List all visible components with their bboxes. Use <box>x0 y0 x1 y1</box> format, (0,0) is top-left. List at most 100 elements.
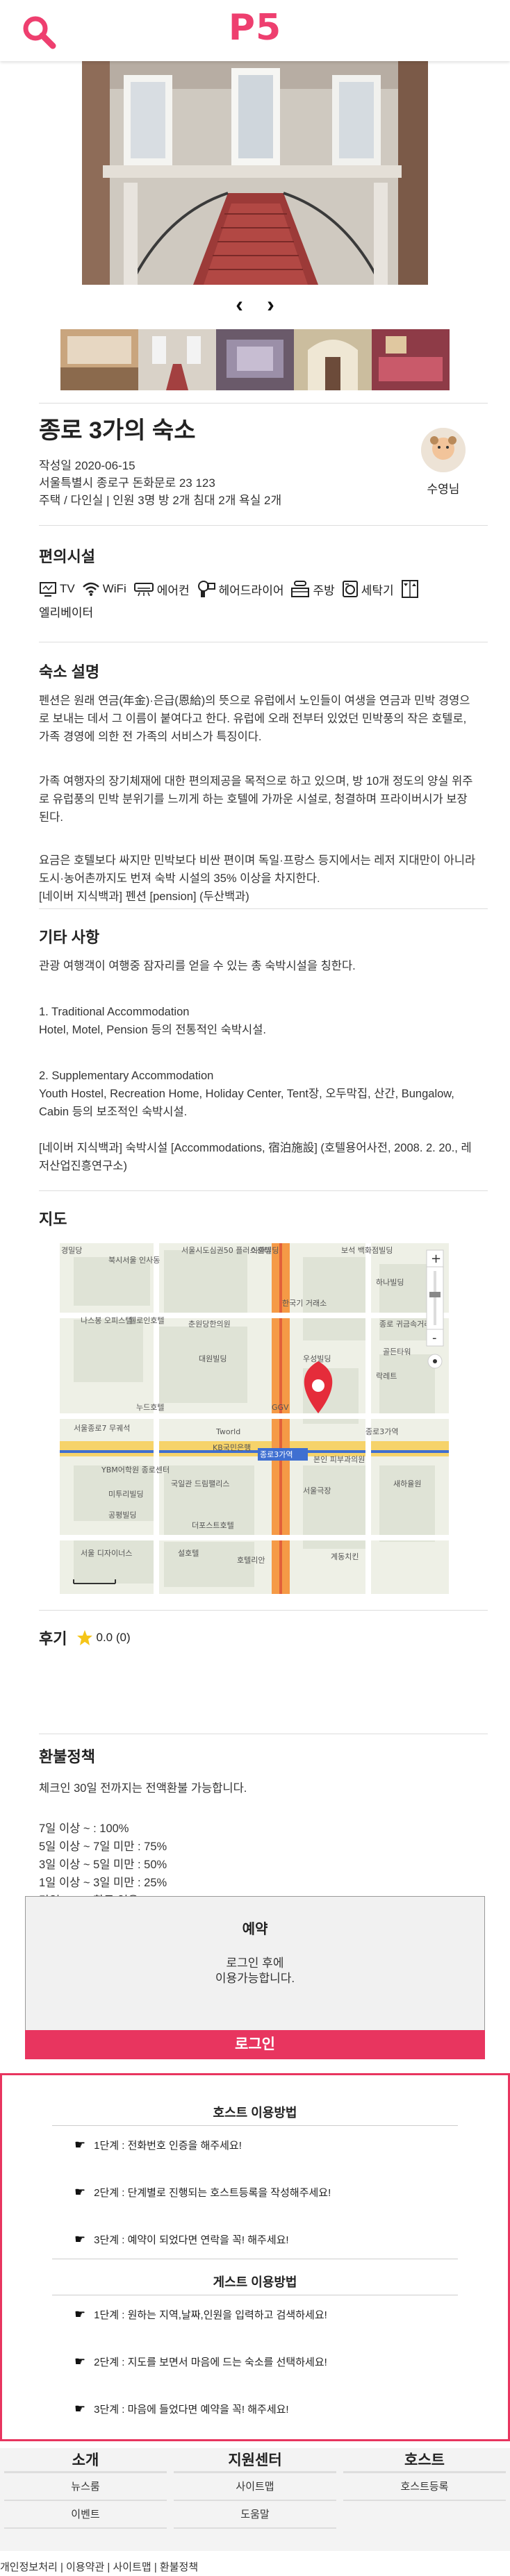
footer-link-help[interactable]: 도움말 <box>174 2501 336 2529</box>
description-heading: 숙소 설명 <box>39 663 100 681</box>
hairdryer-icon <box>197 581 215 597</box>
svg-text:+: + <box>431 1252 441 1266</box>
star-icon <box>77 1630 93 1645</box>
link-refund-policy[interactable]: 환불정책 <box>160 2561 198 2573</box>
map-label: 누드호텔 <box>136 1403 164 1412</box>
host-guide-title: 호스트 이용방법 <box>213 2106 297 2120</box>
avatar[interactable] <box>421 428 466 472</box>
site-logo[interactable]: P5 <box>0 7 510 49</box>
carousel-next-button[interactable]: › <box>258 292 283 317</box>
amenity-hairdryer: 헤어드라이어 <box>197 578 284 600</box>
other-line-5: Youth Hostel, Recreation Home, Holiday C… <box>39 1088 454 1118</box>
pointing-hand-icon: ☛ <box>74 2232 86 2246</box>
footer-link-event[interactable]: 이벤트 <box>4 2501 167 2529</box>
pointing-hand-icon: ☛ <box>74 2138 86 2152</box>
other-title: 기타 사항 <box>39 929 100 946</box>
footer-link-sitemap[interactable]: 사이트맵 <box>174 2473 336 2501</box>
other-line-4: 2. Supplementary Accommodation <box>39 1070 214 1082</box>
footer-link-host-register[interactable]: 호스트등록 <box>343 2473 506 2501</box>
guest-guide-title: 게스트 이용방법 <box>213 2275 297 2289</box>
map-label: 서울종로7 무궤석 <box>74 1424 130 1433</box>
step-text: 1단계 : 원하는 지역,날짜,인원을 입력하고 검색하세요! <box>94 2309 327 2321</box>
carousel-prev-button[interactable]: ‹ <box>227 292 252 317</box>
location-map[interactable]: 종로3가역 경밀당 북시서울 인사동 서울시도심권50 플러스센터 이화빌딩 보… <box>60 1243 449 1594</box>
map-label: 계동치킨 <box>331 1552 359 1561</box>
reservation-message: 로그인 후에 이용가능합니다. <box>26 1956 484 1986</box>
refund-line: 5일 이상 ~ 7일 미만 : 75% <box>39 1840 167 1853</box>
amenities-list: TV WiFi 에어컨 헤어드라이어 주방 세탁기 엘리베이터 <box>39 578 477 622</box>
link-privacy[interactable]: 개인정보처리 <box>0 2561 58 2573</box>
guest-step: ☛ 3단계 : 마음에 들었다면 예약을 꼭! 해주세요! <box>74 2402 289 2416</box>
divider <box>52 2125 458 2126</box>
listing-date: 작성일 2020-06-15 <box>39 459 135 472</box>
map-label: 종로 귀금속거리 <box>379 1320 431 1329</box>
reservation-msg-line: 이용가능합니다. <box>215 1972 295 1985</box>
thumbnail[interactable] <box>138 329 216 390</box>
map-label: 국일관 드림팰리스 <box>171 1479 229 1488</box>
main-photo <box>82 61 428 285</box>
map-station-label: 종로3가역 <box>260 1450 293 1459</box>
description-p2: 가족 여행자의 장기체재에 대한 편의제공을 목적으로 하고 있으며, 방 10… <box>39 775 473 824</box>
thumbnail[interactable] <box>60 329 138 390</box>
host-step: ☛ 1단계 : 전화번호 인증을 해주세요! <box>74 2138 242 2152</box>
footer-col-about: 소개 뉴스룸 이벤트 <box>0 2448 171 2529</box>
divider <box>39 525 488 526</box>
refund-line: 3일 이상 ~ 5일 미만 : 50% <box>39 1859 167 1871</box>
thumbnail[interactable] <box>216 329 294 390</box>
amenity-label: 세탁기 <box>361 583 394 597</box>
step-text: 1단계 : 전화번호 인증을 해주세요! <box>94 2140 242 2152</box>
listing-address: 서울특별시 종로구 돈화문로 23 123 <box>39 476 215 490</box>
map-label: 골든타워 <box>383 1347 411 1356</box>
wifi-icon <box>82 582 99 596</box>
footer-link-newsroom[interactable]: 뉴스룸 <box>4 2473 167 2501</box>
divider <box>39 1190 488 1191</box>
reservation-msg-line: 로그인 후에 <box>226 1956 284 1970</box>
aircon-icon <box>133 583 154 597</box>
map-label: 대원빌딩 <box>199 1354 227 1363</box>
map-label: GGV <box>272 1403 289 1412</box>
map-label: 이화빌딩 <box>251 1246 279 1255</box>
map-label: Tworld <box>215 1427 240 1436</box>
footer-col-support: 지원센터 사이트맵 도움말 <box>170 2448 340 2529</box>
refund-heading: 환불정책 <box>39 1748 95 1765</box>
map-label: 춘원당한의원 <box>188 1320 231 1329</box>
amenity-elevator-label-row: 엘리베이터 <box>39 600 470 622</box>
link-terms[interactable]: 이용약관 <box>66 2561 104 2573</box>
refund-line: 7일 이상 ~ : 100% <box>39 1822 129 1835</box>
map-label: 한국기 거래소 <box>282 1299 327 1308</box>
reviews-heading: 후기 <box>39 1630 67 1647</box>
page: P5 ‹ › 종로 3가의 숙소 작성일 2020-06-15 서울특별시 종로… <box>0 0 510 2576</box>
map-label: 서울극장 <box>303 1486 331 1495</box>
map-label: 미투리빌딩 <box>108 1490 144 1499</box>
kitchen-icon <box>291 581 310 597</box>
footer-heading: 지원센터 <box>174 2448 336 2473</box>
amenity-label: 주방 <box>313 583 335 597</box>
map-label: 하나빌딩 <box>376 1277 404 1287</box>
map-label: 경밀당 <box>61 1246 82 1255</box>
amenity-label: 헤어드라이어 <box>218 583 284 597</box>
other-line-6: [네이버 지식백과] 숙박시설 [Accommodations, 宿泊施設] (… <box>39 1142 472 1172</box>
tv-icon <box>40 582 56 597</box>
pointing-hand-icon: ☛ <box>74 2354 86 2368</box>
amenity-washer: 세탁기 <box>342 578 394 600</box>
map-label: 나스봉 오피스텔 <box>81 1316 132 1325</box>
thumbnail[interactable] <box>372 329 450 390</box>
amenity-label: 엘리베이터 <box>39 606 94 620</box>
map-label: 종로3가역 <box>365 1427 398 1436</box>
link-sitemap[interactable]: 사이트맵 <box>113 2561 151 2573</box>
footer-heading: 호스트 <box>343 2448 506 2473</box>
amenity-wifi: WiFi <box>82 578 126 600</box>
host-profile[interactable]: 수영님 <box>416 428 471 497</box>
thumbnail[interactable] <box>294 329 372 390</box>
footer-col-host: 호스트 호스트등록 <box>339 2448 510 2501</box>
map-label: KB국민은행 <box>213 1443 251 1452</box>
usage-guide: 호스트 이용방법 ☛ 1단계 : 전화번호 인증을 해주세요! ☛ 2단계 : 단계… <box>0 2073 510 2441</box>
reservation-title: 예약 <box>242 1922 268 1937</box>
legal-links: 개인정보처리 | 이용약관 | 사이트맵 | 환불정책 <box>0 2561 199 2573</box>
pointing-hand-icon: ☛ <box>74 2402 86 2416</box>
listing-title: 종로 3가의 숙소 <box>39 417 196 444</box>
login-button[interactable]: 로그인 <box>25 2030 485 2059</box>
amenity-label: WiFi <box>102 582 126 595</box>
amenity-aircon: 에어컨 <box>133 578 190 600</box>
top-header: P5 <box>0 0 510 61</box>
